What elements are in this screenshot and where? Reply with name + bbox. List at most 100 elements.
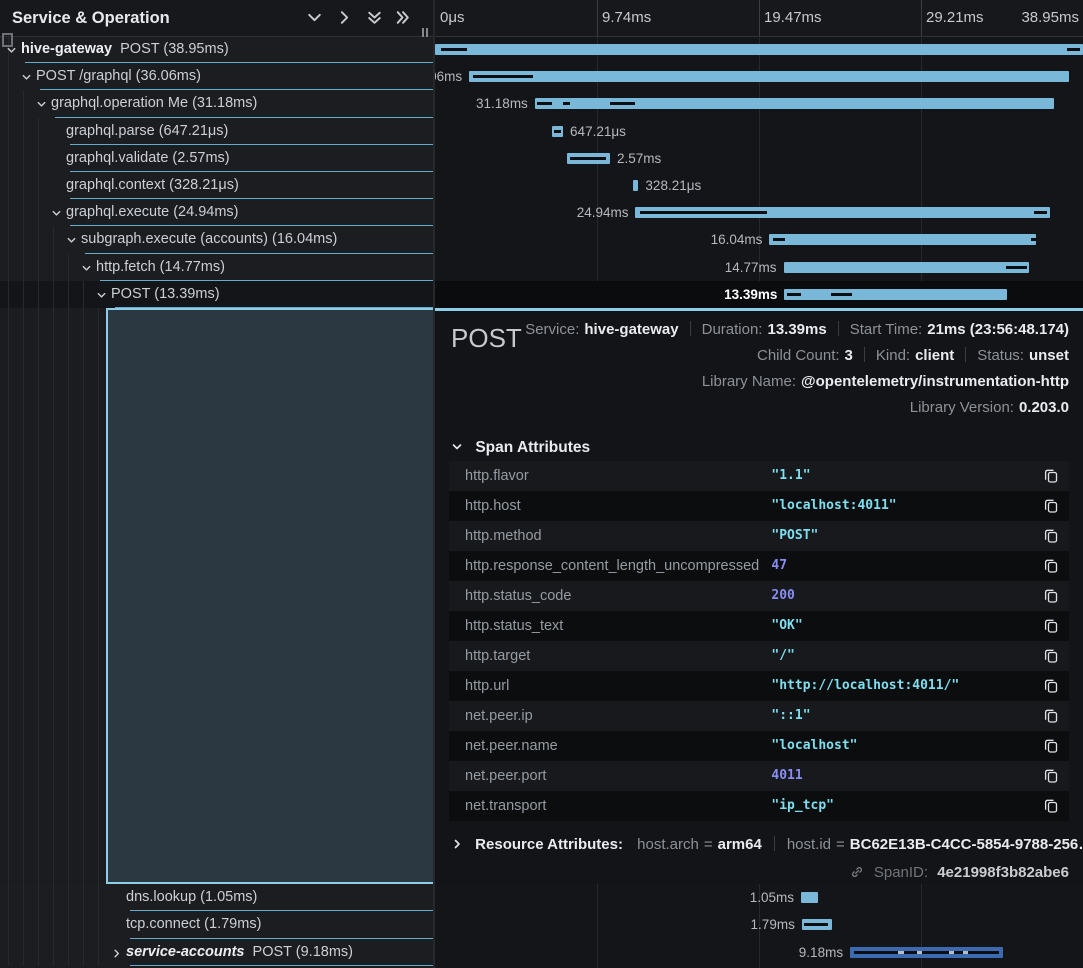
copy-icon[interactable] — [1043, 648, 1059, 664]
span-duration-bar[interactable] — [469, 71, 1069, 82]
attribute-row-http-flavor: http.flavor"1.1" — [449, 461, 1069, 491]
attribute-value: "ip_tcp" — [771, 791, 834, 821]
copy-icon[interactable] — [1043, 498, 1059, 514]
stat-value: unset — [1029, 347, 1069, 364]
span-toggle-icon[interactable] — [21, 70, 32, 88]
span-toggle-icon[interactable] — [66, 233, 77, 251]
ruler-tick — [759, 0, 760, 36]
span-row-graphql-operation-me-31-18ms[interactable]: graphql.operation Me (31.18ms) — [0, 90, 433, 117]
span-row-tcp-connect-1-79ms[interactable]: tcp.connect (1.79ms) — [0, 911, 433, 938]
span-duration-bar[interactable] — [801, 892, 818, 903]
bar-segment-mark — [1031, 238, 1035, 241]
span-duration-bar[interactable] — [802, 919, 832, 930]
span-toggle-icon[interactable] — [36, 97, 47, 115]
resource-separator — [774, 836, 775, 851]
copy-icon[interactable] — [1043, 588, 1059, 604]
span-toggle-icon[interactable] — [51, 206, 62, 224]
double-chevron-down-icon[interactable] — [366, 9, 384, 27]
indent-guide — [53, 226, 54, 253]
stat-value: hive-gateway — [584, 321, 678, 338]
copy-icon[interactable] — [1043, 528, 1059, 544]
copy-icon[interactable] — [1043, 558, 1059, 574]
span-label: graphql.execute (24.94ms) — [66, 199, 239, 226]
chevron-down-icon[interactable] — [306, 9, 324, 27]
bar-duration-label: 14.77ms — [725, 254, 784, 281]
indent-guide — [83, 884, 84, 911]
copy-icon[interactable] — [1043, 738, 1059, 754]
span-label: tcp.connect (1.79ms) — [126, 911, 261, 938]
span-label: graphql.operation Me (31.18ms) — [51, 90, 257, 117]
span-row-http-fetch-14-77ms[interactable]: http.fetch (14.77ms) — [0, 254, 433, 281]
span-row-subgraph-execute-accounts-16-04ms[interactable]: subgraph.execute (accounts) (16.04ms) — [0, 226, 433, 253]
bar-duration-label: 328.21μs — [638, 172, 701, 199]
bar-duration-label: 31.18ms — [476, 90, 535, 117]
link-icon[interactable] — [850, 865, 864, 879]
span-tree-panel: Service & Operation hive-gateway POST (3… — [0, 0, 433, 968]
stat-separator — [965, 347, 966, 362]
trace-viewer: Service & Operation hive-gateway POST (3… — [0, 0, 1083, 968]
stat-label: Duration: — [702, 321, 763, 338]
attribute-value: "/" — [771, 641, 794, 671]
span-row-graphql-parse-647-21-s[interactable]: graphql.parse (647.21μs) — [0, 118, 433, 145]
indent-guide — [23, 911, 24, 938]
span-duration-bar[interactable] — [567, 153, 610, 164]
attribute-row-http-method: http.method"POST" — [449, 521, 1069, 551]
copy-icon[interactable] — [1043, 798, 1059, 814]
resource-attributes-toggle[interactable]: Resource Attributes: host.arch=arm64host… — [451, 835, 1083, 855]
span-row-graphql-context-328-21-s[interactable]: graphql.context (328.21μs) — [0, 172, 433, 199]
span-row-post-graphql-36-06ms[interactable]: POST /graphql (36.06ms) — [0, 63, 433, 90]
attribute-value: "localhost:4011" — [771, 491, 896, 521]
copy-icon[interactable] — [1043, 678, 1059, 694]
copy-icon[interactable] — [1043, 768, 1059, 784]
stat-label: Child Count: — [757, 347, 840, 364]
span-id-label: SpanID: — [874, 864, 928, 881]
span-toggle-icon[interactable] — [96, 288, 107, 306]
copy-icon[interactable] — [1043, 468, 1059, 484]
span-row-hive-gateway-post-38-95ms[interactable]: hive-gateway POST (38.95ms) — [0, 36, 433, 63]
span-bar-row-tcp-connect-1-79ms: 1.79ms — [435, 911, 1083, 938]
bar-segment-mark — [949, 951, 954, 954]
span-attributes-toggle[interactable]: Span Attributes — [451, 435, 1083, 461]
indent-guide — [23, 939, 24, 966]
stat-value: @opentelemetry/instrumentation-http — [801, 373, 1069, 390]
panel-resize-handle[interactable] — [422, 24, 431, 34]
indent-guide — [98, 884, 99, 911]
indent-guide — [38, 254, 39, 281]
timeline-ruler: 0μs9.74ms19.47ms29.21ms38.95ms — [435, 0, 1083, 37]
span-duration-bar[interactable] — [784, 289, 1007, 300]
ruler-tick — [597, 0, 598, 36]
double-chevron-right-icon[interactable] — [394, 9, 412, 27]
copy-icon[interactable] — [1043, 618, 1059, 634]
attribute-value: "OK" — [771, 611, 802, 641]
span-service-name: service-accounts — [126, 944, 244, 960]
indent-guide — [23, 226, 24, 253]
indent-guide — [98, 308, 99, 884]
copy-icon[interactable] — [1043, 708, 1059, 724]
span-row-service-accounts-post-9-18ms[interactable]: service-accounts POST (9.18ms) — [0, 939, 433, 966]
span-duration-bar[interactable] — [769, 234, 1036, 245]
indent-guide — [83, 911, 84, 938]
resource-value: arm64 — [718, 836, 762, 853]
span-row-dns-lookup-1-05ms[interactable]: dns.lookup (1.05ms) — [0, 884, 433, 911]
chevron-right-icon[interactable] — [336, 9, 354, 27]
span-duration-bar[interactable] — [784, 262, 1030, 273]
span-row-post-13-39ms[interactable]: POST (13.39ms) — [0, 281, 433, 308]
span-row-graphql-validate-2-57ms[interactable]: graphql.validate (2.57ms) — [0, 145, 433, 172]
span-duration-bar[interactable] — [435, 44, 1083, 55]
panel-divider[interactable] — [433, 0, 435, 968]
indent-guide — [68, 281, 69, 308]
span-duration-bar[interactable] — [850, 947, 1003, 958]
span-bar-row-graphql-execute-24-94ms: 24.94ms — [435, 199, 1083, 226]
span-duration-bar[interactable] — [635, 207, 1050, 218]
span-toggle-icon[interactable] — [81, 261, 92, 279]
span-attributes-table: http.flavor"1.1"http.host"localhost:4011… — [449, 461, 1069, 821]
span-duration-bar[interactable] — [535, 98, 1054, 109]
span-row-graphql-execute-24-94ms[interactable]: graphql.execute (24.94ms) — [0, 199, 433, 226]
span-duration-bar[interactable] — [552, 126, 563, 137]
stat-separator — [838, 321, 839, 336]
span-toggle-icon[interactable] — [111, 946, 122, 964]
indent-guide — [68, 911, 69, 938]
bar-segment-mark — [610, 102, 635, 105]
attribute-value: "http://localhost:4011/" — [771, 671, 959, 701]
equals-sign: = — [836, 836, 845, 853]
